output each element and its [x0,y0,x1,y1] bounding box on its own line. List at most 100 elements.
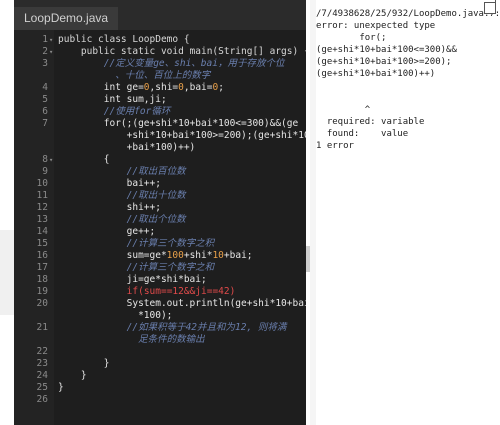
console-line: error: unexpected type [316,21,436,31]
fold-toggle-icon[interactable]: ▾ [49,154,53,166]
code-token: shi++; [58,202,161,213]
code-token: sum=ge* [58,250,167,261]
code-token: ,shi= [149,82,179,93]
code-line: bai++; [58,178,161,190]
code-token: //取出十位数 [58,190,186,201]
code-line: *100); [58,310,172,322]
code-token: //如果积等于42并且和为12, 则将满 [58,322,287,333]
editor-tabbar: LoopDemo.java [14,0,306,30]
fold-toggle-icon[interactable]: ▾ [49,34,53,46]
code-token: //计算三个数字之积 [58,238,215,249]
output-console: /7/4938628/25/932/LoopDemo.java:7: error:… [316,0,500,425]
code-token: { [58,154,110,165]
code-line: ji=ge*shi*bai; [58,274,207,286]
code-line: System.out.println(ge+shi*10+bai [58,298,306,310]
code-token: 10 [212,250,224,261]
code-token: (sum==12&&ji==42) [138,286,236,297]
line-number: 6 [42,106,48,117]
code-area[interactable]: 1 ▾ public class LoopDemo {2 ▾ public stati… [14,30,306,425]
line-number: 24 [36,370,48,381]
console-line: (ge+shi*10+bai*100)++) [316,69,436,79]
line-number: 13 [36,214,48,225]
line-number: 26 [36,394,48,405]
console-line: /7/4938628/25/932/LoopDemo.java:7: [316,9,500,19]
line-number: 23 [36,358,48,369]
code-token: System.out.println(ge+shi*10+bai [58,298,306,309]
code-line: //定义变量ge、shi、bai，用于存放个位 [58,58,285,70]
line-number: 18 [36,274,48,285]
console-line: 1 error [316,141,354,151]
console-line: ^ [316,105,371,115]
code-line: //取出百位数 [58,166,186,178]
line-number: 1 [42,34,48,45]
line-number: 10 [36,178,48,189]
code-token: //取出百位数 [58,166,186,177]
code-line: shi++; [58,202,161,214]
code-token: ,bai= [183,82,213,93]
code-token: ; [218,82,224,93]
code-line: //如果积等于42并且和为12, 则将满 [58,322,287,334]
code-line: int sum,ji; [58,94,167,106]
code-line: } [58,358,110,370]
code-token: //使用for循环 [58,106,171,117]
code-token: public class LoopDemo { [58,34,190,45]
code-line: +bai*100)++) [58,142,196,154]
line-number: 15 [36,238,48,249]
line-number: 14 [36,226,48,237]
code-token: } [58,358,110,369]
line-number: 20 [36,298,48,309]
code-token: *100); [58,310,173,321]
line-number: 11 [36,190,48,201]
console-line: for(; [316,33,387,43]
code-token: //计算三个数字之和 [58,262,215,273]
left-gray-block [0,230,14,315]
code-token: int sum,ji; [58,94,167,105]
code-token: if [126,286,139,297]
file-tab[interactable]: LoopDemo.java [14,7,119,30]
console-line: (ge+shi*10+bai*100>=200); [316,57,452,67]
code-line: +shi*10+bai*100>=200);(ge+shi*10 [58,130,306,142]
code-line: sum=ge*100+shi*10+bai; [58,250,253,262]
code-line: public class LoopDemo { [58,34,190,46]
code-token: ji=ge*shi*bai; [58,274,207,285]
code-line: 、十位、百位上的数字 [58,70,210,82]
console-line: (ge+shi*10+bai*100<=300)&& [316,45,457,55]
line-number: 25 [36,382,48,393]
line-number: 2 [42,46,48,57]
line-number: 16 [36,250,48,261]
code-line: int ge=0,shi=0,bai=0; [58,82,224,94]
line-number: 21 [36,322,48,333]
code-token: ge++; [58,226,156,237]
code-token: //取出个位数 [58,214,186,225]
console-line: required: variable [316,117,425,127]
line-number: 3 [42,58,48,69]
code-line: //计算三个数字之积 [58,238,214,250]
line-number: 22 [36,346,48,357]
console-line: found: value [316,129,409,139]
code-token: +bai*100)++) [58,142,196,153]
code-line: for(;(ge+shi*10+bai*100<=300)&&(ge [58,118,298,130]
code-token: for(;(ge+shi*10+bai*100<=300)&&(ge [58,118,299,129]
code-editor[interactable]: LoopDemo.java 1 ▾ public class LoopDemo {2… [14,0,306,425]
line-number: 5 [42,94,48,105]
code-token: public static void main(String[] args) { [58,46,306,57]
line-number: 19 [36,286,48,297]
line-number: 8 [42,154,48,165]
code-token: 100 [166,250,184,261]
code-token: +bai; [223,250,253,261]
code-line: //取出十位数 [58,190,186,202]
code-token: +shi*10+bai*100>=200);(ge+shi*10 [58,130,306,141]
code-token: 足条件的数输出 [58,334,205,345]
code-token: 、十位、百位上的数字 [58,70,211,81]
fold-toggle-icon[interactable]: ▾ [49,46,53,58]
copy-icon[interactable] [484,0,496,14]
line-number: 9 [42,166,48,177]
code-line: { [58,154,110,166]
line-number: 4 [42,82,48,93]
code-token: +shi* [183,250,213,261]
code-line: public static void main(String[] args) { [58,46,306,58]
code-line: //计算三个数字之和 [58,262,214,274]
code-line: //使用for循环 [58,106,171,118]
code-line: } [58,370,87,382]
